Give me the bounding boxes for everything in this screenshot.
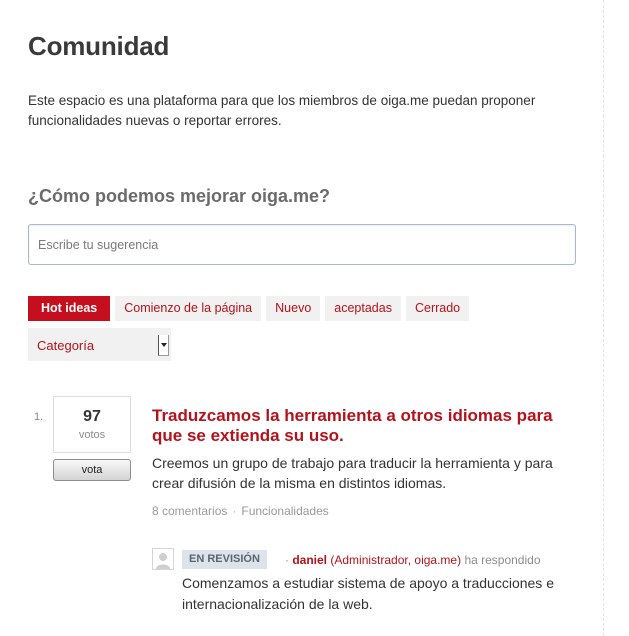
vote-count: 97 bbox=[83, 408, 101, 425]
idea-meta: 8 comentarios · Funcionalidades bbox=[152, 504, 329, 518]
idea-description: Creemos un grupo de trabajo para traduci… bbox=[152, 455, 553, 491]
suggestion-heading: ¿Cómo podemos mejorar oiga.me? bbox=[28, 186, 331, 206]
chevron-down-icon[interactable] bbox=[158, 335, 169, 356]
idea-filter-tabs: Hot ideas Comienzo de la página Nuevo ac… bbox=[28, 296, 470, 321]
tab-top[interactable]: Comienzo de la página bbox=[115, 296, 262, 321]
response-header: · daniel (Administrador, oiga.me) ha res… bbox=[285, 553, 541, 567]
tab-accepted[interactable]: aceptadas bbox=[325, 296, 401, 321]
content-edge-divider bbox=[603, 0, 604, 636]
tab-hot-ideas[interactable]: Hot ideas bbox=[28, 296, 111, 321]
response-author-role: (Administrador, oiga.me) bbox=[330, 553, 462, 567]
response-text: Comenzamos a estudiar sistema de apoyo a… bbox=[182, 575, 554, 612]
suggestion-input[interactable] bbox=[28, 224, 576, 265]
category-link[interactable]: Funcionalidades bbox=[241, 504, 328, 518]
vote-button[interactable]: vota bbox=[53, 459, 131, 481]
idea-title-link[interactable]: Traduzcamos la herramienta a otros idiom… bbox=[152, 406, 572, 446]
category-select-value: Categoría bbox=[37, 338, 95, 353]
page-intro: Este espacio es una plataforma para que … bbox=[28, 93, 536, 128]
meta-separator: · bbox=[232, 504, 237, 518]
idea-rank: 1. bbox=[34, 411, 44, 423]
response-verb: ha respondido bbox=[464, 553, 541, 567]
response-author-link[interactable]: daniel bbox=[292, 553, 327, 567]
status-badge: EN REVISIÓN bbox=[182, 550, 267, 569]
page-title: Comunidad bbox=[28, 31, 170, 61]
comments-link[interactable]: 8 comentarios bbox=[152, 504, 227, 518]
tab-closed[interactable]: Cerrado bbox=[405, 296, 470, 321]
user-avatar-icon bbox=[152, 548, 174, 570]
vote-count-box: 97 votos bbox=[53, 396, 131, 453]
category-select[interactable]: Categoría bbox=[28, 328, 171, 361]
response-separator: · bbox=[285, 553, 289, 567]
tab-new[interactable]: Nuevo bbox=[266, 296, 321, 321]
vote-unit-label: votos bbox=[78, 429, 106, 441]
